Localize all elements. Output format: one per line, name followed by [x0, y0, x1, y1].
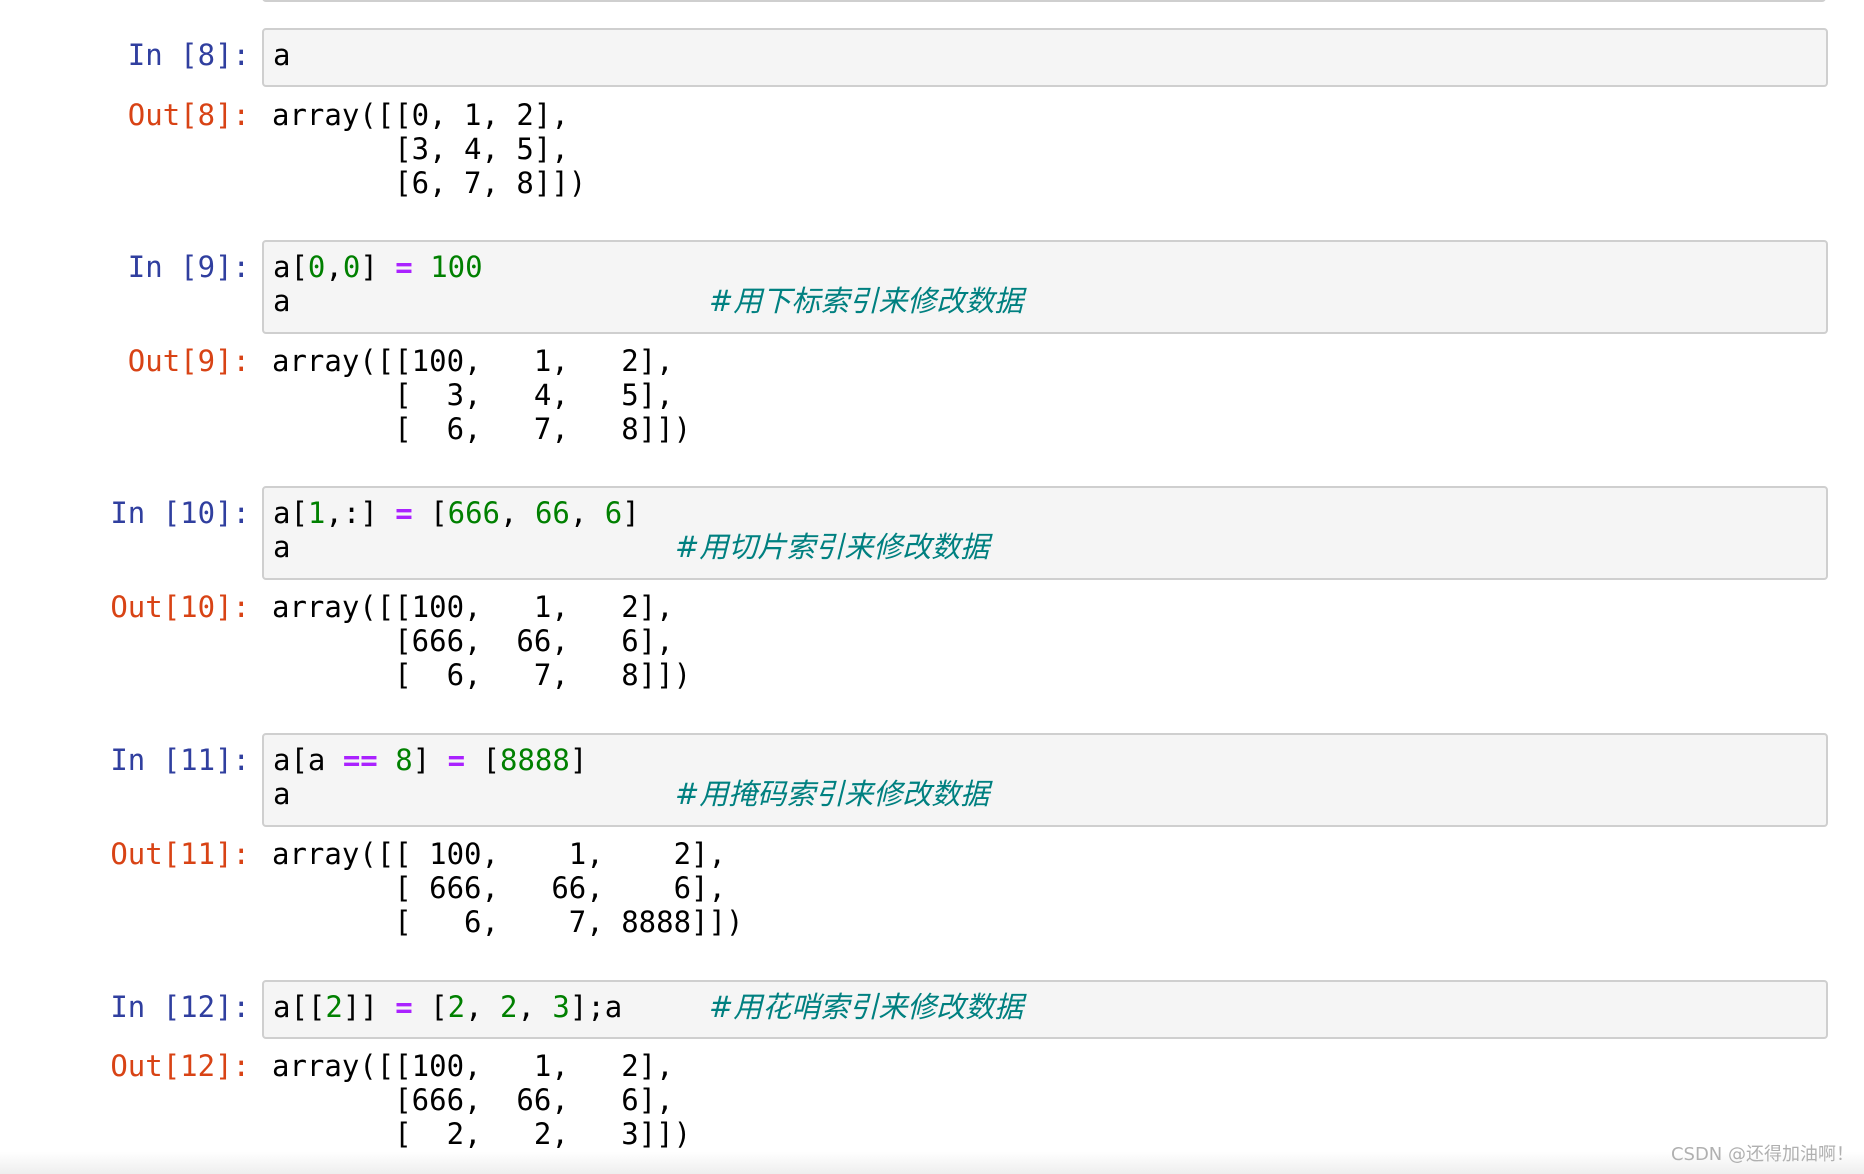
code-comment: #用掩码索引来修改数据	[675, 777, 990, 811]
output-line: [ 6, 7, 8]])	[272, 658, 692, 692]
code-input[interactable]: a[0,0] = 100 a #用下标索引来修改数据	[262, 240, 1828, 334]
input-prompt: In [12]:	[110, 990, 250, 1024]
cell-output: array([[100, 1, 2], [ 3, 4, 5], [ 6, 7, …	[272, 344, 691, 446]
cell-output: array([[100, 1, 2], [666, 66, 6], [ 6, 7…	[272, 590, 691, 692]
output-line: [ 6, 7, 8888]])	[272, 905, 744, 939]
input-prompt: In [9]:	[127, 250, 250, 284]
output-line: [666, 66, 6],	[272, 624, 674, 658]
code-line: a[[2]] = [2, 2, 3];a #用花哨索引来修改数据	[273, 990, 1024, 1024]
output-prompt: Out[11]:	[110, 837, 250, 871]
csdn-watermark: CSDN @还得加油啊！	[1670, 1144, 1854, 1165]
output-line: [ 6, 7, 8]])	[272, 412, 692, 446]
code-input[interactable]: a[1,:] = [666, 66, 6] a #用切片索引来修改数据	[262, 486, 1828, 580]
code-comment: #用切片索引来修改数据	[675, 530, 990, 564]
output-line: array([[100, 1, 2],	[272, 1049, 674, 1083]
code-line: a[1,:] = [666, 66, 6]	[273, 496, 640, 530]
output-line: [6, 7, 8]])	[272, 166, 587, 200]
output-prompt: Out[12]:	[110, 1049, 250, 1083]
output-line: [3, 4, 5],	[272, 132, 569, 166]
previous-cell-edge	[262, 0, 1826, 2]
code-comment: #用下标索引来修改数据	[709, 284, 1024, 318]
bottom-fade	[0, 1152, 1864, 1174]
cell-output: array([[100, 1, 2], [666, 66, 6], [ 2, 2…	[272, 1049, 691, 1151]
output-line: array([[100, 1, 2],	[272, 590, 674, 624]
output-line: [ 3, 4, 5],	[272, 378, 674, 412]
code-line: a #用切片索引来修改数据	[273, 530, 990, 564]
code-line: a #用掩码索引来修改数据	[273, 777, 990, 811]
output-prompt: Out[10]:	[110, 590, 250, 624]
output-line: array([[0, 1, 2],	[272, 98, 569, 132]
output-line: array([[100, 1, 2],	[272, 344, 674, 378]
code-input[interactable]: a	[262, 28, 1828, 87]
cell-output: array([[0, 1, 2], [3, 4, 5], [6, 7, 8]])	[272, 98, 586, 200]
output-line: [666, 66, 6],	[272, 1083, 674, 1117]
output-line: [ 666, 66, 6],	[272, 871, 726, 905]
code-comment: #用花哨索引来修改数据	[709, 990, 1024, 1024]
input-prompt: In [8]:	[127, 38, 250, 72]
code-input[interactable]: a[a == 8] = [8888] a #用掩码索引来修改数据	[262, 733, 1828, 827]
cell-output: array([[ 100, 1, 2], [ 666, 66, 6], [ 6,…	[272, 837, 743, 939]
output-line: [ 2, 2, 3]])	[272, 1117, 692, 1151]
input-prompt: In [10]:	[110, 496, 250, 530]
output-prompt: Out[8]:	[127, 98, 250, 132]
code-input[interactable]: a[[2]] = [2, 2, 3];a #用花哨索引来修改数据	[262, 980, 1828, 1039]
code-line: a #用下标索引来修改数据	[273, 284, 1024, 318]
code-line: a[0,0] = 100	[273, 250, 483, 284]
code-line: a[a == 8] = [8888]	[273, 743, 588, 777]
input-prompt: In [11]:	[110, 743, 250, 777]
output-prompt: Out[9]:	[127, 344, 250, 378]
output-line: array([[ 100, 1, 2],	[272, 837, 726, 871]
code-line: a	[273, 38, 291, 72]
